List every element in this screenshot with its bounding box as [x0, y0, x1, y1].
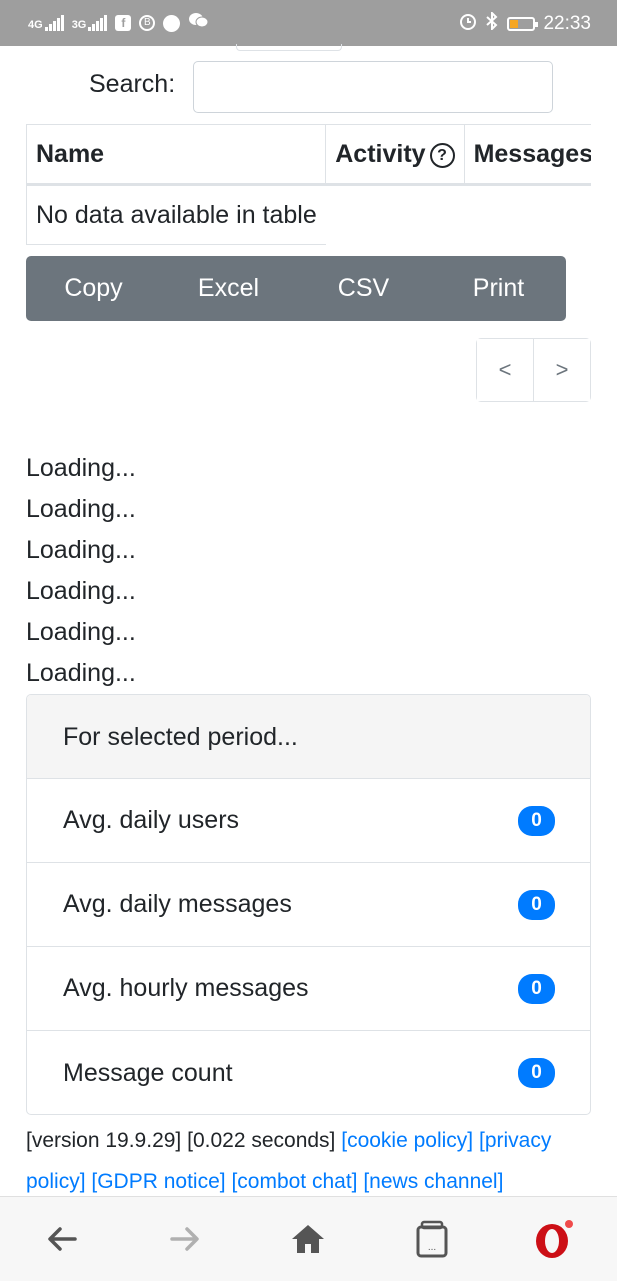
alarm-icon [459, 12, 477, 36]
stat-row-avg-hourly-messages: Avg. hourly messages 0 [27, 947, 590, 1031]
stat-label: Message count [63, 1058, 233, 1087]
copy-button[interactable]: Copy [26, 256, 161, 321]
loading-text: Loading... [26, 536, 136, 564]
column-header-name[interactable]: Name [26, 124, 327, 186]
signal-icon: 4G [28, 15, 64, 31]
timing-text: [0.022 seconds] [187, 1129, 336, 1152]
back-arrow-icon [47, 1227, 77, 1251]
loading-list: Loading... Loading... Loading... Loading… [26, 448, 136, 694]
signal-icon: 3G [72, 15, 108, 31]
tabs-icon: ... [416, 1220, 448, 1258]
column-label: Messages [473, 139, 591, 168]
pagination: < > [476, 338, 591, 402]
telegram-icon [163, 14, 181, 32]
column-header-messages[interactable]: Messages [463, 124, 591, 186]
loading-text: Loading... [26, 577, 136, 605]
cookie-policy-link[interactable]: [cookie policy] [341, 1129, 473, 1152]
gdpr-notice-link[interactable]: [GDPR notice] [91, 1170, 225, 1193]
next-page-button[interactable]: > [533, 339, 590, 401]
stat-row-avg-daily-messages: Avg. daily messages 0 [27, 863, 590, 947]
stat-label: Avg. daily users [63, 806, 240, 834]
stat-label: Avg. hourly messages [63, 974, 309, 1002]
table-header-row: Name Activity? Messages [26, 124, 591, 186]
stat-label: Avg. daily messages [63, 890, 292, 918]
opera-menu-button[interactable] [525, 1209, 585, 1269]
home-icon [292, 1225, 325, 1253]
sim1-label: 4G [28, 19, 43, 31]
svg-text:...: ... [428, 1242, 436, 1253]
period-stats-card: For selected period... Avg. daily users … [26, 694, 591, 1115]
news-channel-link[interactable]: [news channel] [363, 1170, 503, 1193]
forward-button[interactable] [155, 1209, 215, 1269]
forward-arrow-icon [170, 1227, 199, 1251]
search-label: Search: [89, 70, 176, 98]
home-button[interactable] [278, 1209, 338, 1269]
stat-badge: 0 [518, 889, 555, 920]
combot-chat-link[interactable]: [combot chat] [231, 1170, 357, 1193]
stat-badge: 0 [518, 805, 555, 836]
csv-button[interactable]: CSV [296, 256, 431, 321]
column-label: Activity [335, 139, 426, 168]
tabs-button[interactable]: ... [402, 1209, 462, 1269]
stat-row-avg-daily-users: Avg. daily users 0 [27, 779, 590, 863]
sim2-label: 3G [71, 19, 87, 31]
bluetooth-icon [485, 10, 499, 36]
empty-table-message: No data available in table [26, 184, 326, 245]
status-left-icons: 4G 3G f B [28, 12, 209, 34]
stat-badge: 0 [518, 1058, 555, 1088]
loading-text: Loading... [26, 454, 136, 482]
search-input[interactable] [193, 61, 553, 113]
footer: [version 19.9.29] [0.022 seconds] [cooki… [26, 1120, 591, 1202]
top-partial-element [236, 44, 342, 51]
version-text: [version 19.9.29] [26, 1129, 182, 1152]
table-row: No data available in table [26, 184, 592, 245]
print-button[interactable]: Print [431, 256, 566, 321]
facebook-icon: f [115, 15, 132, 31]
b-icon: B [139, 15, 156, 31]
opera-logo-icon [536, 1220, 574, 1258]
data-table-wrapper[interactable]: Name Activity? Messages No data availabl… [26, 124, 591, 246]
battery-icon [507, 17, 539, 31]
status-bar: 4G 3G f B 22:33 [0, 0, 617, 46]
loading-text: Loading... [26, 618, 136, 646]
browser-navbar: ... [0, 1196, 617, 1281]
status-right-icons: 22:33 [459, 10, 591, 36]
status-time: 22:33 [543, 13, 591, 34]
column-label: Name [36, 139, 105, 168]
column-header-activity[interactable]: Activity? [325, 124, 465, 186]
excel-button[interactable]: Excel [161, 256, 296, 321]
stat-badge: 0 [518, 973, 555, 1004]
loading-text: Loading... [26, 495, 136, 523]
stat-row-message-count: Message count 0 [27, 1031, 590, 1114]
export-button-group: Copy Excel CSV Print [26, 256, 566, 321]
help-icon[interactable]: ? [429, 142, 455, 168]
back-button[interactable] [32, 1209, 92, 1269]
previous-page-button[interactable]: < [477, 339, 533, 401]
wechat-icon [188, 12, 209, 34]
card-header: For selected period... [27, 695, 590, 779]
loading-text: Loading... [26, 659, 136, 687]
data-table: Name Activity? Messages No data availabl… [26, 124, 591, 245]
